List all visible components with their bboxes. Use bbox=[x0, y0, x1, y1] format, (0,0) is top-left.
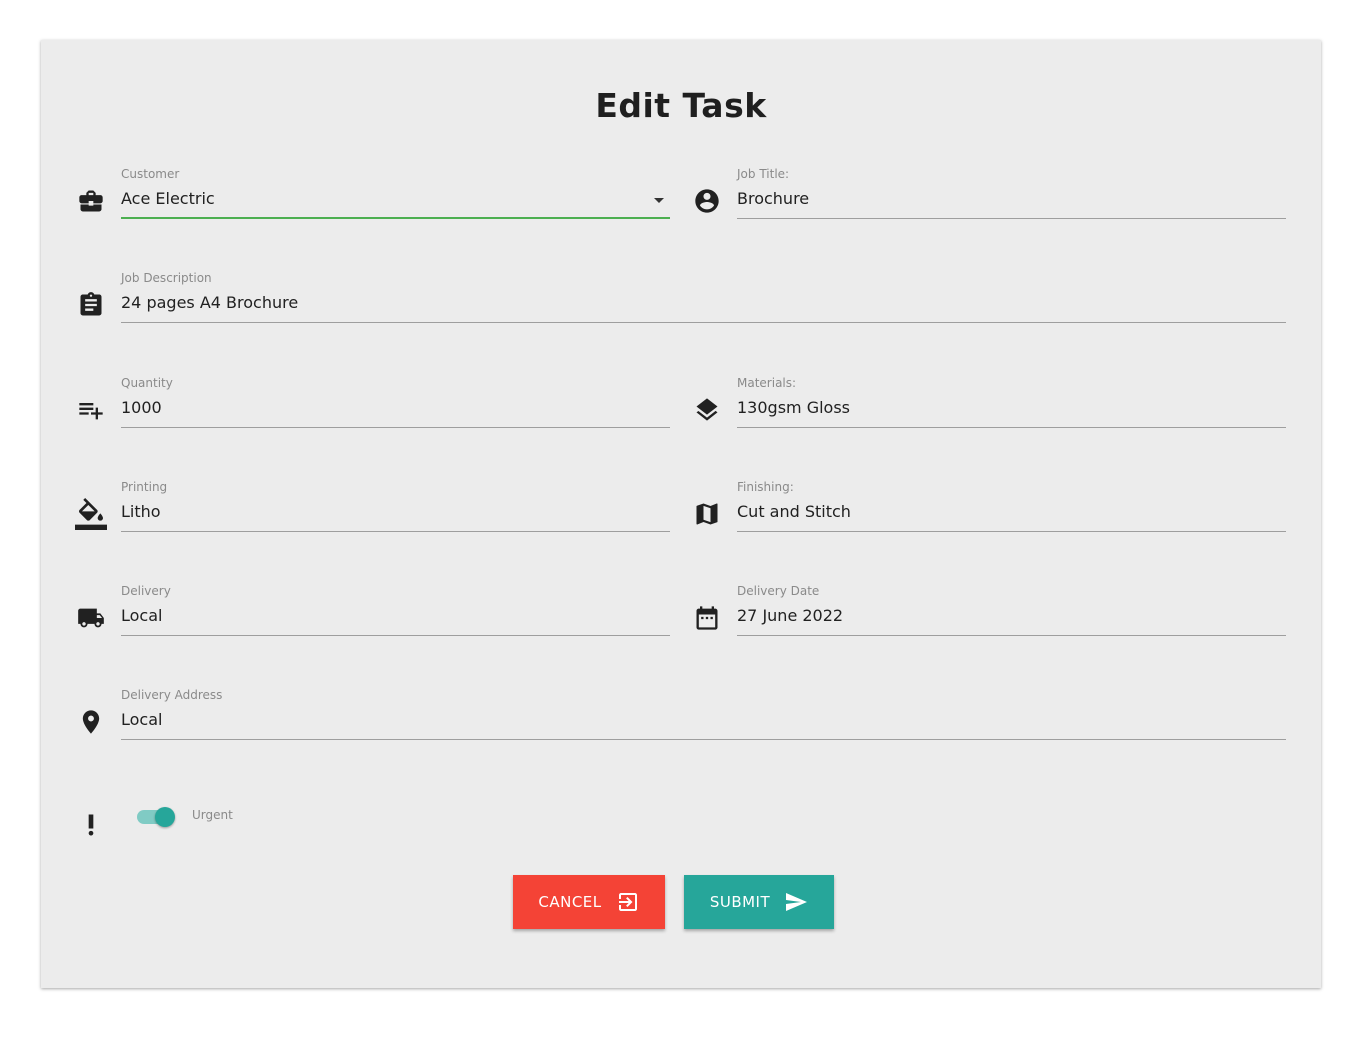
materials-underline bbox=[737, 427, 1286, 428]
customer-underline bbox=[121, 217, 670, 219]
dropdown-arrow-icon[interactable] bbox=[654, 198, 664, 203]
delivery-date-label: Delivery Date bbox=[737, 584, 820, 598]
finishing-field[interactable]: Finishing: Cut and Stitch bbox=[737, 480, 1286, 540]
finishing-underline bbox=[737, 531, 1286, 532]
quantity-field[interactable]: Quantity 1000 bbox=[121, 376, 670, 436]
delivery-address-field[interactable]: Delivery Address Local bbox=[121, 688, 1286, 748]
truck-icon bbox=[77, 604, 105, 632]
job-description-underline bbox=[121, 322, 1286, 323]
quantity-label: Quantity bbox=[121, 376, 173, 390]
briefcase-icon bbox=[77, 187, 105, 215]
playlist-add-icon bbox=[77, 396, 105, 424]
format-color-fill-icon bbox=[75, 498, 107, 530]
printing-label: Printing bbox=[121, 480, 168, 494]
printing-value: Litho bbox=[121, 502, 161, 521]
edit-task-card: Edit Task Customer Ace Electric Job Titl… bbox=[41, 40, 1321, 988]
page-title: Edit Task bbox=[595, 86, 767, 125]
customer-value: Ace Electric bbox=[121, 189, 215, 208]
printing-field[interactable]: Printing Litho bbox=[121, 480, 670, 540]
materials-value: 130gsm Gloss bbox=[737, 398, 851, 417]
delivery-date-value: 27 June 2022 bbox=[737, 606, 844, 625]
delivery-field[interactable]: Delivery Local bbox=[121, 584, 670, 644]
location-pin-icon bbox=[77, 708, 105, 736]
printing-underline bbox=[121, 531, 670, 532]
job-title-field[interactable]: Job Title: Brochure bbox=[737, 167, 1286, 227]
map-icon bbox=[693, 500, 721, 528]
layers-icon bbox=[693, 396, 721, 424]
finishing-label: Finishing: bbox=[737, 480, 794, 494]
send-icon bbox=[784, 890, 808, 914]
materials-field[interactable]: Materials: 130gsm Gloss bbox=[737, 376, 1286, 436]
job-description-label: Job Description bbox=[121, 271, 212, 285]
quantity-underline bbox=[121, 427, 670, 428]
calendar-icon bbox=[693, 604, 721, 632]
delivery-label: Delivery bbox=[121, 584, 171, 598]
materials-label: Materials: bbox=[737, 376, 797, 390]
priority-high-icon bbox=[77, 811, 105, 839]
urgent-label: Urgent bbox=[192, 808, 233, 822]
delivery-address-underline bbox=[121, 739, 1286, 740]
delivery-underline bbox=[121, 635, 670, 636]
quantity-value: 1000 bbox=[121, 398, 162, 417]
delivery-value: Local bbox=[121, 606, 163, 625]
clipboard-icon bbox=[77, 291, 105, 319]
job-title-label: Job Title: bbox=[737, 167, 790, 181]
submit-button-label: SUBMIT bbox=[709, 893, 771, 911]
job-title-value: Brochure bbox=[737, 189, 810, 208]
exit-to-app-icon bbox=[616, 890, 640, 914]
cancel-button-label: CANCEL bbox=[538, 893, 602, 911]
cancel-button[interactable]: CANCEL bbox=[513, 875, 665, 929]
job-description-value: 24 pages A4 Brochure bbox=[121, 293, 299, 312]
finishing-value: Cut and Stitch bbox=[737, 502, 851, 521]
urgent-toggle-thumb[interactable] bbox=[155, 807, 175, 827]
delivery-date-field[interactable]: Delivery Date 27 June 2022 bbox=[737, 584, 1286, 644]
account-circle-icon bbox=[693, 187, 721, 215]
customer-select[interactable]: Customer Ace Electric bbox=[121, 167, 670, 227]
delivery-date-underline bbox=[737, 635, 1286, 636]
customer-label: Customer bbox=[121, 167, 180, 181]
delivery-address-label: Delivery Address bbox=[121, 688, 223, 702]
delivery-address-value: Local bbox=[121, 710, 163, 729]
job-title-underline bbox=[737, 218, 1286, 219]
job-description-field[interactable]: Job Description 24 pages A4 Brochure bbox=[121, 271, 1286, 331]
submit-button[interactable]: SUBMIT bbox=[684, 875, 834, 929]
urgent-toggle[interactable] bbox=[137, 806, 177, 828]
